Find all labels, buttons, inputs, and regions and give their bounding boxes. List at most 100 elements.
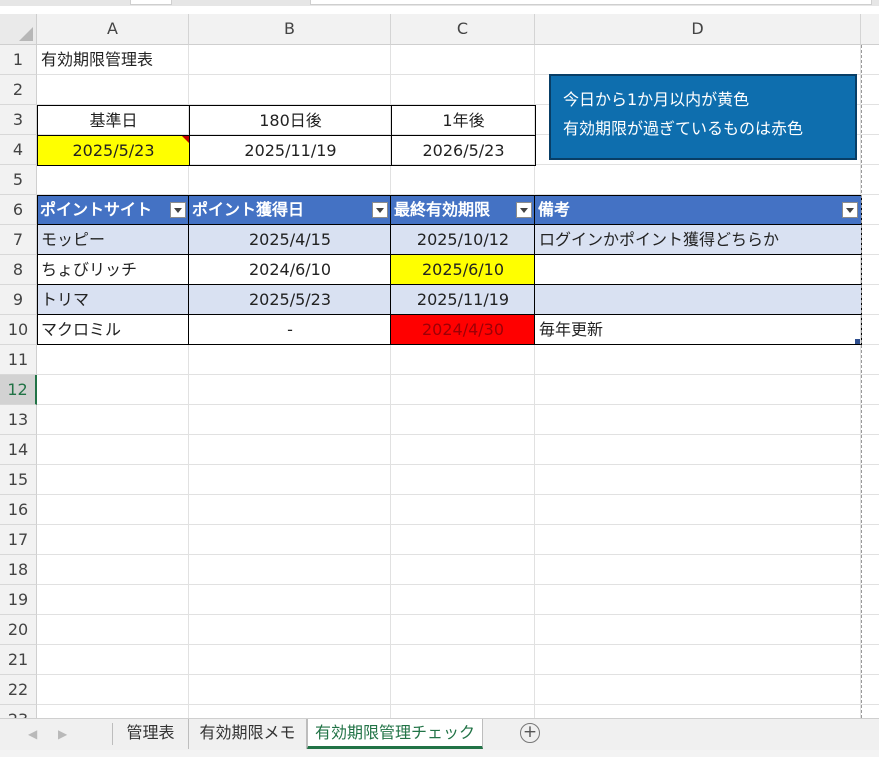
date-value-180[interactable]: 2025/11/19 xyxy=(189,135,392,166)
grid-line xyxy=(37,434,879,435)
row-header-23[interactable]: 23 xyxy=(0,705,37,718)
grid-line xyxy=(37,674,879,675)
row-header-12[interactable]: 12 xyxy=(0,375,37,405)
row-header-6[interactable]: 6 xyxy=(0,195,37,225)
table-cell[interactable]: トリマ xyxy=(37,285,189,315)
add-sheet-icon[interactable]: + xyxy=(520,723,540,743)
table-cell[interactable]: ログインかポイント獲得どちらか xyxy=(535,225,861,255)
table-header-notes-label: 備考 xyxy=(538,200,571,219)
column-header-c[interactable]: C xyxy=(391,14,535,45)
table-cell[interactable]: 2025/11/19 xyxy=(391,285,535,315)
grid-line xyxy=(37,464,879,465)
table-cell-expired[interactable]: 2024/4/30 xyxy=(391,315,535,345)
table-cell[interactable] xyxy=(535,255,861,285)
date-value-base-text: 2025/5/23 xyxy=(72,141,155,160)
table-header-notes[interactable]: 備考 xyxy=(535,195,861,225)
row-header-5[interactable]: 5 xyxy=(0,165,37,195)
table-cell[interactable]: - xyxy=(189,315,391,345)
row-header-4[interactable]: 4 xyxy=(0,135,37,165)
table-header-site-label: ポイントサイト xyxy=(40,200,153,219)
row-header-20[interactable]: 20 xyxy=(0,615,37,645)
note-line-2: 有効期限が過ぎているものは赤色 xyxy=(563,119,804,138)
comment-indicator-icon xyxy=(182,136,189,143)
table-cell[interactable]: モッピー xyxy=(37,225,189,255)
table-border xyxy=(37,314,862,315)
grid-line xyxy=(37,644,879,645)
select-all-icon xyxy=(19,27,33,41)
row-header-13[interactable]: 13 xyxy=(0,405,37,435)
grid-line xyxy=(37,374,879,375)
row-header-9[interactable]: 9 xyxy=(0,285,37,315)
tab-kanrihyo[interactable]: 管理表 xyxy=(113,719,189,749)
table-resize-handle-icon[interactable] xyxy=(855,339,860,344)
row-header-18[interactable]: 18 xyxy=(0,555,37,585)
top-strip xyxy=(0,0,879,6)
column-header-a[interactable]: A xyxy=(37,14,189,45)
row-header-7[interactable]: 7 xyxy=(0,225,37,255)
table-header-site[interactable]: ポイントサイト xyxy=(37,195,189,225)
row-header-22[interactable]: 22 xyxy=(0,675,37,705)
row-header-16[interactable]: 16 xyxy=(0,495,37,525)
row-header-21[interactable]: 21 xyxy=(0,645,37,675)
row-header-17[interactable]: 17 xyxy=(0,525,37,555)
table-cell-expiring-soon[interactable]: 2025/6/10 xyxy=(391,255,535,285)
row-header-14[interactable]: 14 xyxy=(0,435,37,465)
row-header-3[interactable]: 3 xyxy=(0,105,37,135)
table-header-expiry-label: 最終有効期限 xyxy=(394,200,491,219)
column-header-blank xyxy=(861,14,879,45)
table-header-earned-label: ポイント獲得日 xyxy=(192,200,305,219)
select-all-corner[interactable] xyxy=(0,14,37,45)
filter-dropdown-icon[interactable] xyxy=(170,202,186,218)
filter-dropdown-icon[interactable] xyxy=(842,202,858,218)
table-cell[interactable]: ちょびリッチ xyxy=(37,255,189,285)
row-header-15[interactable]: 15 xyxy=(0,465,37,495)
grid-line xyxy=(37,494,879,495)
date-header-1year[interactable]: 1年後 xyxy=(391,105,536,136)
scroll-left-icon[interactable]: ◀ xyxy=(28,727,37,741)
column-header-d[interactable]: D xyxy=(535,14,861,45)
date-header-180[interactable]: 180日後 xyxy=(189,105,392,136)
table-cell[interactable]: 毎年更新 xyxy=(535,315,861,345)
table-header-earned[interactable]: ポイント獲得日 xyxy=(189,195,391,225)
grid-line xyxy=(37,404,879,405)
table-border xyxy=(37,224,862,225)
table-border xyxy=(37,254,862,255)
table-cell[interactable]: 2024/6/10 xyxy=(189,255,391,285)
row-header-10[interactable]: 10 xyxy=(0,315,37,345)
filter-dropdown-icon[interactable] xyxy=(516,202,532,218)
date-value-1year[interactable]: 2026/5/23 xyxy=(391,135,536,166)
table-cell[interactable] xyxy=(535,285,861,315)
note-box[interactable]: 今日から1か月以内が黄色 有効期限が過ぎているものは赤色 xyxy=(549,74,857,160)
note-line-1: 今日から1か月以内が黄色 xyxy=(563,90,750,109)
sheet-title[interactable]: 有効期限管理表 xyxy=(37,45,337,75)
grid-line xyxy=(37,554,879,555)
row-header-2[interactable]: 2 xyxy=(0,75,37,105)
filter-dropdown-icon[interactable] xyxy=(372,202,388,218)
table-border xyxy=(37,284,862,285)
grid-line xyxy=(37,614,879,615)
top-strip-chip xyxy=(130,0,172,5)
row-header-1[interactable]: 1 xyxy=(0,45,37,75)
top-strip-chip xyxy=(310,0,872,5)
spreadsheet-grid[interactable]: A B C D 1 2 3 4 5 6 7 8 9 10 11 12 13 14 15 16 17 18 19 20 2… xyxy=(0,0,879,718)
tab-yukokigen-check[interactable]: 有効期限管理チェック xyxy=(307,719,483,749)
row-header-8[interactable]: 8 xyxy=(0,255,37,285)
table-cell[interactable]: 2025/5/23 xyxy=(189,285,391,315)
table-cell[interactable]: 2025/10/12 xyxy=(391,225,535,255)
date-value-base[interactable]: 2025/5/23 xyxy=(37,135,190,166)
grid-line xyxy=(37,584,879,585)
table-cell[interactable]: 2025/4/15 xyxy=(189,225,391,255)
status-bar xyxy=(0,750,879,757)
scroll-right-icon[interactable]: ▶ xyxy=(58,727,67,741)
grid-line xyxy=(37,524,879,525)
row-header-19[interactable]: 19 xyxy=(0,585,37,615)
table-border xyxy=(390,195,391,345)
row-header-11[interactable]: 11 xyxy=(0,345,37,375)
tab-yukokigen-memo[interactable]: 有効期限メモ xyxy=(189,719,307,749)
table-cell[interactable]: マクロミル xyxy=(37,315,189,345)
date-header-base[interactable]: 基準日 xyxy=(37,105,190,136)
grid-line xyxy=(37,704,879,705)
column-header-b[interactable]: B xyxy=(189,14,391,45)
table-header-expiry[interactable]: 最終有効期限 xyxy=(391,195,535,225)
sheet-tab-bar: ◀ ▶ 管理表 有効期限メモ 有効期限管理チェック + xyxy=(0,718,879,750)
